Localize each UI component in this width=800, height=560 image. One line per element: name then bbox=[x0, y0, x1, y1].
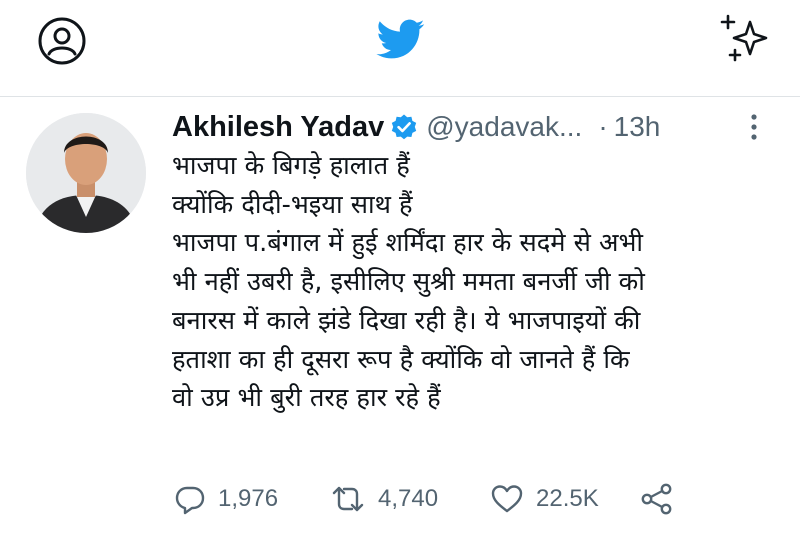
separator-dot: · bbox=[598, 111, 608, 142]
reply-count: 1,976 bbox=[218, 485, 279, 512]
tweet-actions: 1,976 4,740 22.5K bbox=[172, 479, 772, 519]
like-button[interactable]: 22.5K bbox=[490, 479, 599, 519]
tweet-line: भी नहीं उबरी है, इसीलिए सुश्री ममता बनर्… bbox=[172, 267, 645, 298]
profile-icon[interactable] bbox=[36, 15, 88, 67]
tweet-line: भाजपा के बिगड़े हालात हैं bbox=[172, 151, 410, 181]
verified-badge-icon bbox=[390, 113, 418, 141]
heart-icon bbox=[491, 485, 523, 513]
reply-icon bbox=[175, 486, 205, 515]
tweet-line: वो उप्र भी बुरी तरह हार रहे हैं bbox=[172, 383, 441, 414]
twitter-bird-icon[interactable] bbox=[373, 15, 429, 63]
share-button[interactable] bbox=[640, 479, 674, 519]
tweet-header: Akhilesh Yadav @yadavak... · 13h bbox=[172, 107, 772, 147]
author-name[interactable]: Akhilesh Yadav bbox=[172, 111, 384, 144]
like-count: 22.5K bbox=[536, 485, 599, 512]
tweet-timestamp[interactable]: 13h bbox=[614, 111, 661, 143]
more-vertical-icon[interactable] bbox=[748, 111, 760, 143]
tweet-line: भाजपा प.बंगाल में हुई शर्मिंदा हार के सद… bbox=[172, 228, 643, 259]
tweet-line: हताशा का ही दूसरा रूप है क्योंकि वो जानत… bbox=[172, 344, 630, 375]
retweet-button[interactable]: 4,740 bbox=[330, 479, 438, 519]
share-icon bbox=[641, 483, 672, 515]
retweet-count: 4,740 bbox=[378, 485, 439, 512]
tweet-line: क्योंकि दीदी-भइया साथ हैं bbox=[172, 189, 413, 220]
avatar[interactable] bbox=[26, 113, 146, 233]
reply-button[interactable]: 1,976 bbox=[174, 479, 278, 519]
sparkle-icon[interactable] bbox=[716, 12, 776, 64]
top-bar bbox=[0, 0, 800, 97]
author-handle[interactable]: @yadavak... bbox=[426, 111, 582, 143]
retweet-icon bbox=[332, 486, 364, 512]
tweet-line: बनारस में काले झंडे दिखा रही है। ये भाजप… bbox=[172, 305, 641, 336]
tweet[interactable]: Akhilesh Yadav @yadavak... · 13h भाजपा क… bbox=[0, 97, 800, 560]
tweet-text: भाजपा के बिगड़े हालात हैं क्योंकि दीदी-भ… bbox=[172, 147, 782, 418]
